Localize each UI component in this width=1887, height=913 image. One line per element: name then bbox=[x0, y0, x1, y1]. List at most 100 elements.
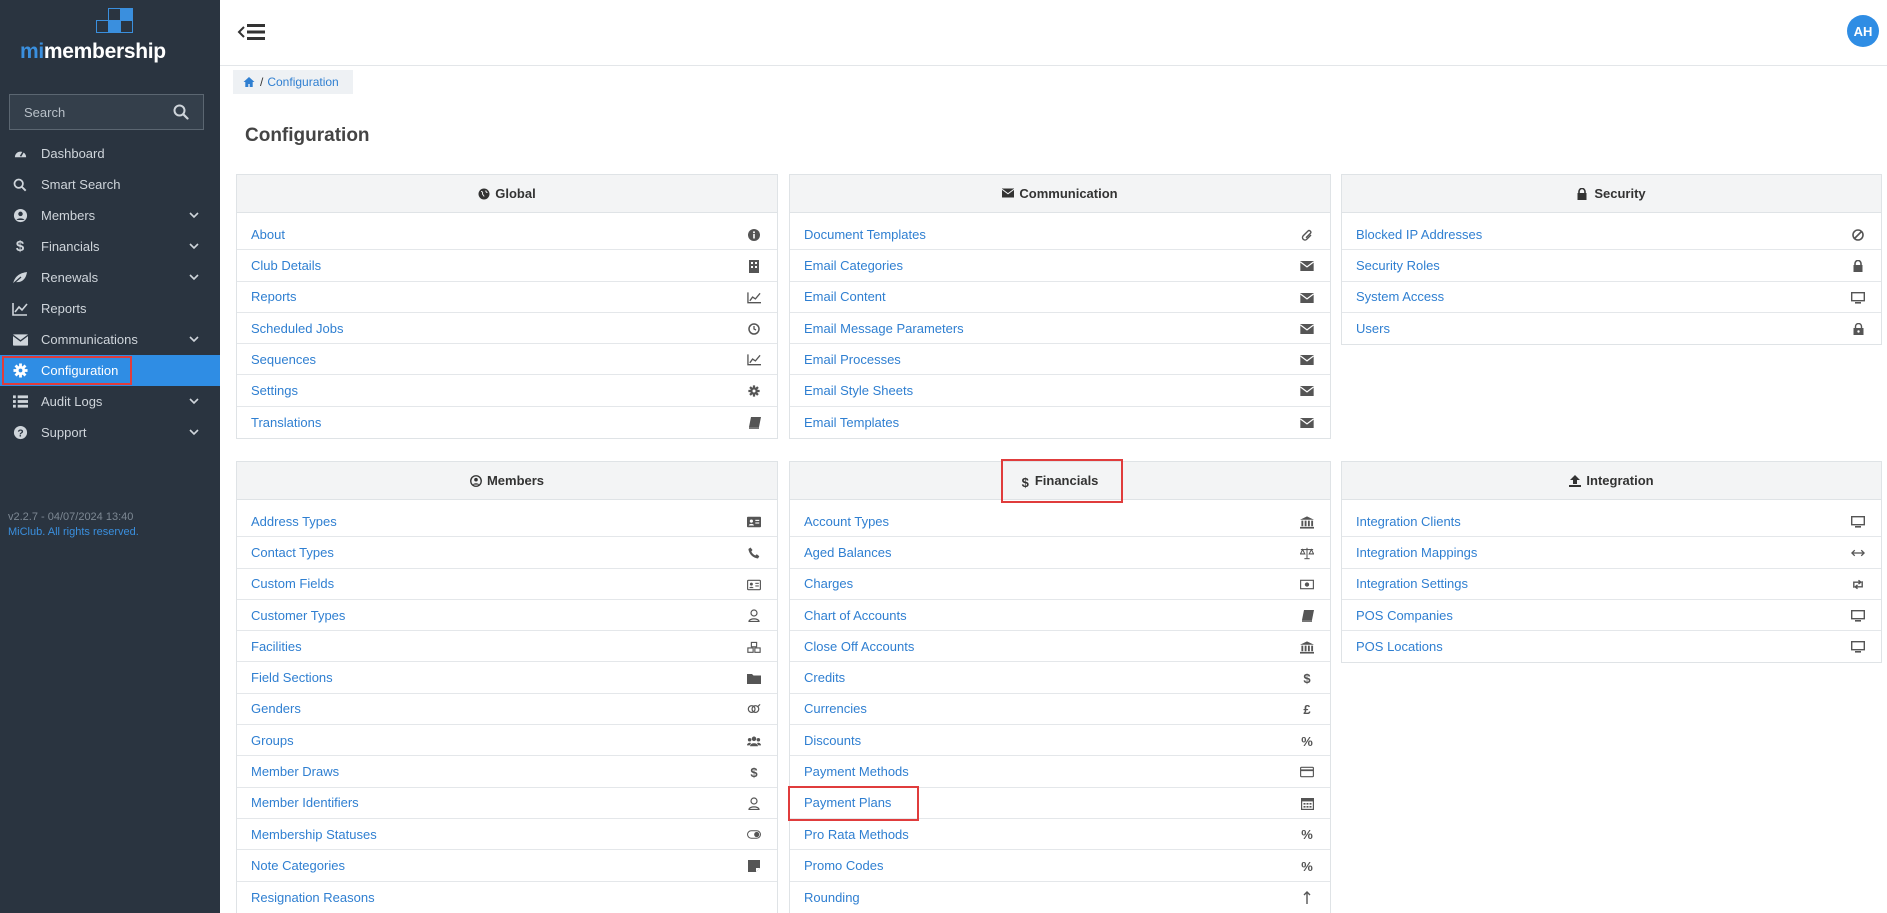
list-item[interactable]: Member Draws $ bbox=[237, 756, 777, 788]
item-link[interactable]: Contact Types bbox=[251, 545, 334, 560]
list-item[interactable]: About bbox=[237, 219, 777, 251]
list-item[interactable]: Promo Codes% bbox=[790, 850, 1330, 882]
list-item[interactable]: Custom Fields bbox=[237, 569, 777, 600]
item-link[interactable]: Genders bbox=[251, 701, 301, 716]
item-link[interactable]: Blocked IP Addresses bbox=[1356, 227, 1482, 242]
item-link[interactable]: Reports bbox=[251, 289, 297, 304]
item-link[interactable]: Note Categories bbox=[251, 858, 345, 873]
list-item[interactable]: Email Style Sheets bbox=[790, 375, 1330, 407]
item-link[interactable]: Settings bbox=[251, 383, 298, 398]
item-link[interactable]: Pro Rata Methods bbox=[804, 827, 909, 842]
list-item[interactable]: POS Companies bbox=[1342, 600, 1881, 632]
menu-toggle-icon[interactable] bbox=[237, 20, 267, 44]
list-item[interactable]: Translations bbox=[237, 407, 777, 438]
list-item[interactable]: Facilities bbox=[237, 631, 777, 663]
item-link[interactable]: Integration Mappings bbox=[1356, 545, 1477, 560]
item-link[interactable]: Promo Codes bbox=[804, 858, 883, 873]
list-item[interactable]: Email Message Parameters bbox=[790, 313, 1330, 345]
list-item[interactable]: Email Templates bbox=[790, 407, 1330, 438]
sidebar-item-configuration[interactable]: Configuration bbox=[0, 355, 220, 386]
item-link[interactable]: POS Locations bbox=[1356, 639, 1443, 654]
list-item[interactable]: Member Identifiers bbox=[237, 788, 777, 819]
list-item[interactable]: Close Off Accounts bbox=[790, 631, 1330, 663]
sidebar-item-communications[interactable]: Communications bbox=[0, 324, 220, 355]
item-link[interactable]: Email Style Sheets bbox=[804, 383, 913, 398]
list-item[interactable]: Sequences bbox=[237, 344, 777, 376]
item-link[interactable]: Email Templates bbox=[804, 415, 899, 430]
list-item[interactable]: Integration Settings bbox=[1342, 569, 1881, 600]
list-item[interactable]: Membership Statuses bbox=[237, 819, 777, 851]
item-link[interactable]: Integration Settings bbox=[1356, 576, 1468, 591]
list-item[interactable]: Discounts% bbox=[790, 725, 1330, 757]
list-item[interactable]: Document Templates bbox=[790, 219, 1330, 251]
sidebar-item-reports[interactable]: Reports bbox=[0, 293, 220, 324]
item-link[interactable]: Sequences bbox=[251, 352, 316, 367]
list-item[interactable]: Email Processes bbox=[790, 344, 1330, 376]
list-item[interactable]: Settings bbox=[237, 375, 777, 407]
sidebar-item-support[interactable]: ? Support bbox=[0, 417, 220, 448]
list-item[interactable]: Email Categories bbox=[790, 250, 1330, 282]
item-link[interactable]: Field Sections bbox=[251, 670, 333, 685]
home-icon[interactable] bbox=[243, 76, 255, 88]
item-link[interactable]: Rounding bbox=[804, 890, 860, 905]
item-link[interactable]: About bbox=[251, 227, 285, 242]
sidebar-item-smart-search[interactable]: Smart Search bbox=[0, 169, 220, 200]
item-link[interactable]: Account Types bbox=[804, 514, 889, 529]
item-link[interactable]: System Access bbox=[1356, 289, 1444, 304]
sidebar-item-financials[interactable]: $ Financials bbox=[0, 231, 220, 262]
item-link[interactable]: Custom Fields bbox=[251, 576, 334, 591]
list-item[interactable]: Club Details bbox=[237, 250, 777, 282]
item-link[interactable]: Document Templates bbox=[804, 227, 926, 242]
item-link[interactable]: Aged Balances bbox=[804, 545, 891, 560]
list-item[interactable]: Blocked IP Addresses bbox=[1342, 219, 1881, 251]
item-link[interactable]: Scheduled Jobs bbox=[251, 321, 344, 336]
item-link[interactable]: Security Roles bbox=[1356, 258, 1440, 273]
list-item[interactable]: Chart of Accounts bbox=[790, 600, 1330, 632]
breadcrumb-current[interactable]: Configuration bbox=[267, 75, 338, 89]
list-item[interactable]: Security Roles bbox=[1342, 250, 1881, 282]
item-link[interactable]: Address Types bbox=[251, 514, 337, 529]
item-link[interactable]: Currencies bbox=[804, 701, 867, 716]
list-item[interactable]: Users bbox=[1342, 313, 1881, 344]
search-icon[interactable] bbox=[173, 104, 189, 120]
list-item[interactable]: Genders bbox=[237, 694, 777, 726]
sidebar-item-members[interactable]: Members bbox=[0, 200, 220, 231]
app-logo[interactable]: mimembership bbox=[20, 8, 166, 64]
item-link[interactable]: Resignation Reasons bbox=[251, 890, 375, 905]
list-item[interactable]: Reports bbox=[237, 282, 777, 313]
item-link[interactable]: Email Categories bbox=[804, 258, 903, 273]
list-item[interactable]: Account Types bbox=[790, 506, 1330, 538]
item-link[interactable]: Integration Clients bbox=[1356, 514, 1461, 529]
item-link[interactable]: Member Draws bbox=[251, 764, 339, 779]
item-link[interactable]: Customer Types bbox=[251, 608, 345, 623]
item-link[interactable]: Member Identifiers bbox=[251, 795, 359, 810]
sidebar-item-audit-logs[interactable]: Audit Logs bbox=[0, 386, 220, 417]
item-link[interactable]: Email Processes bbox=[804, 352, 901, 367]
list-item[interactable]: Charges bbox=[790, 569, 1330, 600]
list-item[interactable]: Rounding bbox=[790, 882, 1330, 913]
list-item[interactable]: Credits $ bbox=[790, 662, 1330, 694]
item-link[interactable]: Email Content bbox=[804, 289, 886, 304]
item-link[interactable]: Email Message Parameters bbox=[804, 321, 964, 336]
list-item[interactable]: Integration Clients bbox=[1342, 506, 1881, 538]
item-link[interactable]: Groups bbox=[251, 733, 294, 748]
item-link[interactable]: Translations bbox=[251, 415, 321, 430]
item-link[interactable]: Club Details bbox=[251, 258, 321, 273]
list-item[interactable]: Payment Plans bbox=[788, 785, 1330, 821]
sidebar-item-dashboard[interactable]: Dashboard bbox=[0, 138, 220, 169]
list-item[interactable]: Payment Methods bbox=[790, 756, 1330, 788]
list-item[interactable]: Resignation Reasons bbox=[237, 882, 777, 913]
item-link[interactable]: Chart of Accounts bbox=[804, 608, 907, 623]
list-item[interactable]: Field Sections bbox=[237, 662, 777, 694]
list-item[interactable]: Address Types bbox=[237, 506, 777, 538]
item-link[interactable]: Payment Methods bbox=[804, 764, 909, 779]
list-item[interactable]: Integration Mappings bbox=[1342, 537, 1881, 569]
list-item[interactable]: System Access bbox=[1342, 282, 1881, 313]
item-link[interactable]: Charges bbox=[804, 576, 853, 591]
list-item[interactable]: Note Categories bbox=[237, 850, 777, 882]
list-item[interactable]: POS Locations bbox=[1342, 631, 1881, 662]
item-link[interactable]: POS Companies bbox=[1356, 608, 1453, 623]
list-item[interactable]: Groups bbox=[237, 725, 777, 757]
search-input[interactable] bbox=[10, 95, 170, 129]
item-link[interactable]: Facilities bbox=[251, 639, 302, 654]
